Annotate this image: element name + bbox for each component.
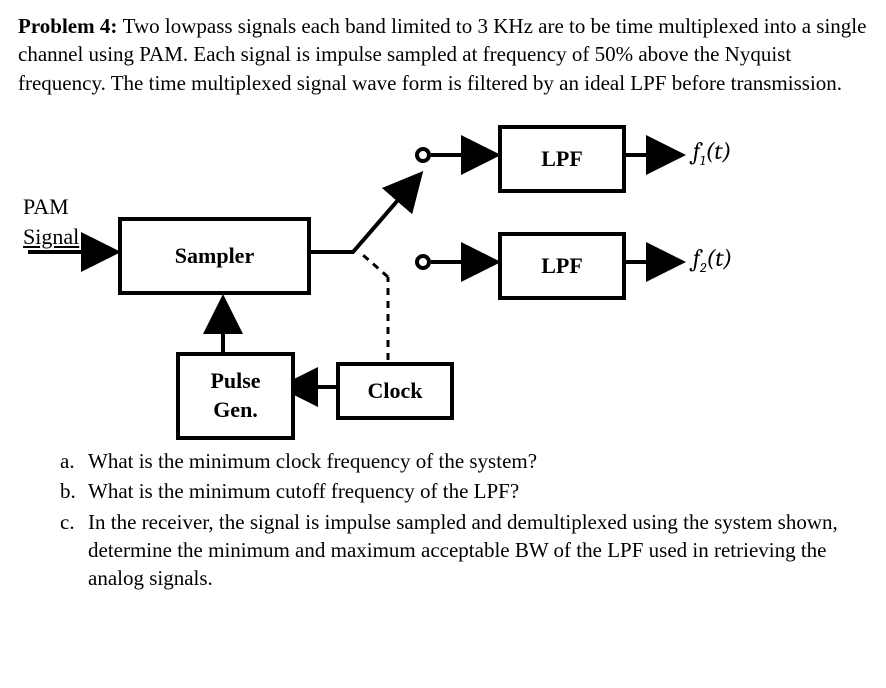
- clock-block: Clock: [336, 362, 454, 420]
- question-b: b. What is the minimum cutoff frequency …: [60, 477, 868, 505]
- question-c: c. In the receiver, the signal is impuls…: [60, 508, 868, 593]
- f1-output-label: f1(t): [693, 135, 731, 171]
- pulse-gen-block: Pulse Gen.: [176, 352, 295, 440]
- problem-text: Two lowpass signals each band limited to…: [18, 14, 866, 95]
- question-text: What is the minimum clock frequency of t…: [88, 447, 868, 475]
- question-text: In the receiver, the signal is impulse s…: [88, 508, 868, 593]
- f2-output-label: f2(t): [693, 242, 732, 278]
- question-label: b.: [60, 477, 88, 505]
- question-text: What is the minimum cutoff frequency of …: [88, 477, 868, 505]
- lpf-block-2: LPF: [498, 232, 626, 300]
- lpf-block-1: LPF: [498, 125, 626, 193]
- questions-list: a. What is the minimum clock frequency o…: [18, 447, 868, 593]
- question-a: a. What is the minimum clock frequency o…: [60, 447, 868, 475]
- block-diagram: PAM Signal Sampler Pulse Gen. Clock LPF …: [18, 107, 758, 437]
- question-label: c.: [60, 508, 88, 593]
- question-label: a.: [60, 447, 88, 475]
- problem-block: Problem 4: Two lowpass signals each band…: [18, 12, 868, 97]
- pam-signal-label: PAM Signal: [23, 192, 79, 251]
- sampler-block: Sampler: [118, 217, 311, 295]
- problem-header: Problem 4:: [18, 14, 117, 38]
